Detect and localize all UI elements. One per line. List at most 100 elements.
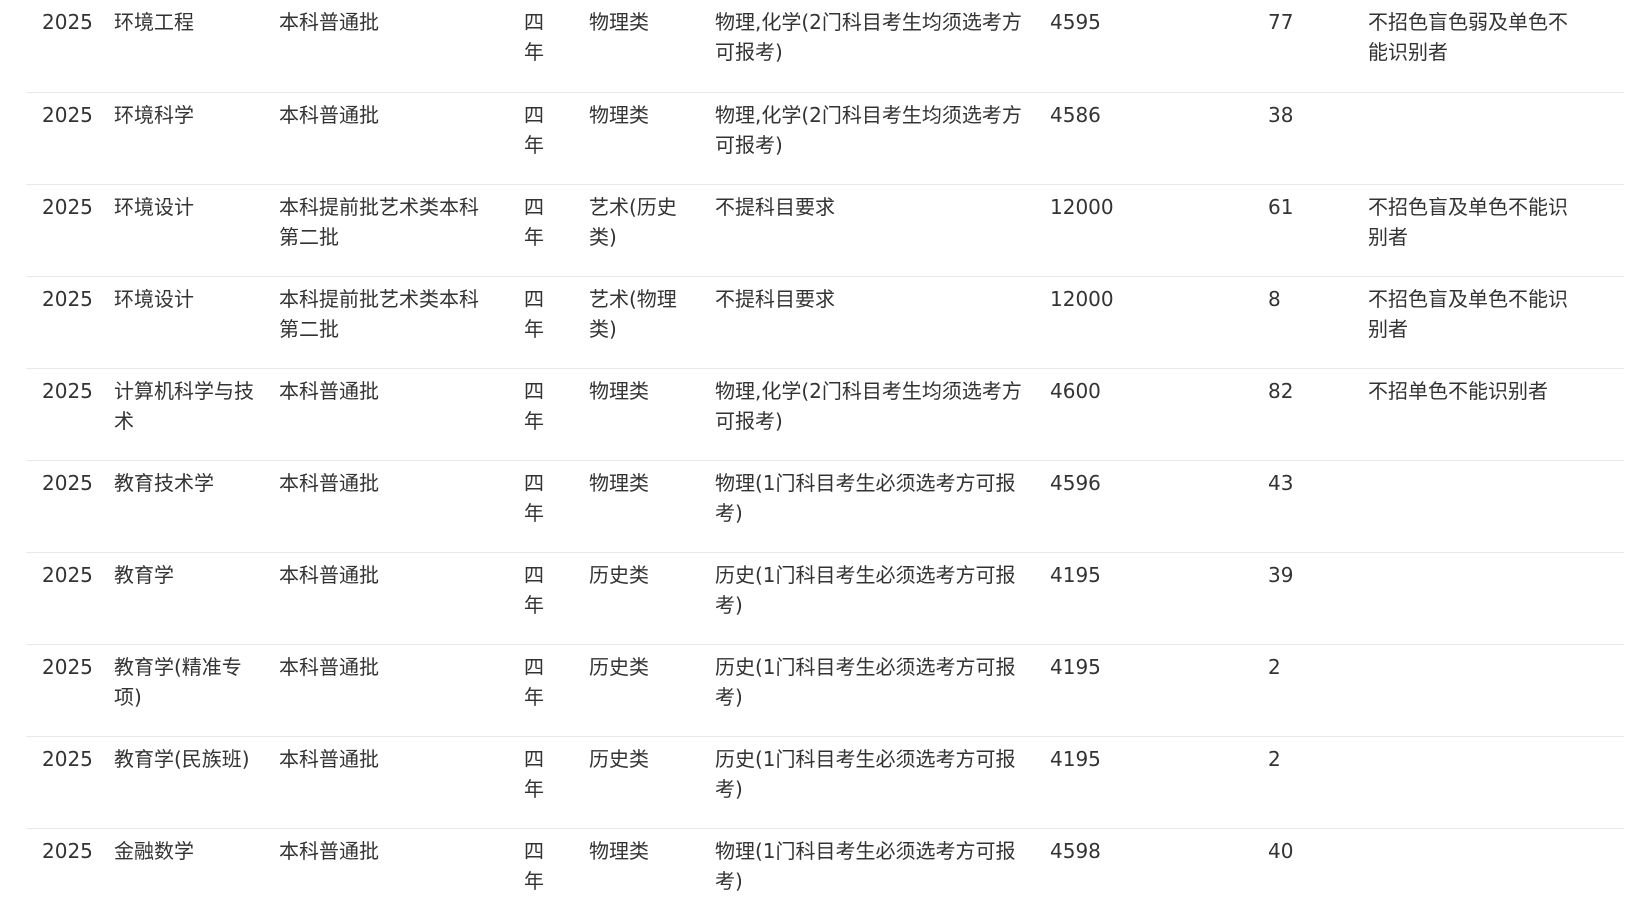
subject-type-cell: 艺术(历史类) [583,184,711,277]
table-body: 2025 环境工程 本科普通批 四年 物理类 物理,化学(2门科目考生均须选考方可报考) 4… [26,0,1624,920]
remark-cell: 不招色盲及单色不能识别者 [1364,184,1624,277]
major-cell: 环境设计 [108,276,273,369]
major-cell: 计算机科学与技术 [108,368,273,461]
remark-cell: 不招色盲及单色不能识别者 [1364,276,1624,369]
year-cell: 2025 [26,368,108,461]
plan-count-cell: 2 [1264,736,1364,829]
enrollment-plan-table-container: 2025 环境工程 本科普通批 四年 物理类 物理,化学(2门科目考生均须选考方可报考) 4… [26,0,1624,920]
year-cell: 2025 [26,276,108,369]
remark-cell [1364,460,1624,553]
year-cell: 2025 [26,92,108,185]
major-cell: 教育学 [108,552,273,645]
plan-count-cell: 8 [1264,276,1364,369]
subject-requirement-cell: 历史(1门科目考生必须选考方可报考) [711,552,1046,645]
subject-requirement-cell: 物理,化学(2门科目考生均须选考方可报考) [711,368,1046,461]
duration-cell: 四年 [518,184,583,277]
year-cell: 2025 [26,644,108,737]
tuition-fee-cell: 4586 [1046,92,1264,185]
subject-type-cell: 物理类 [589,838,649,863]
table-row: 2025 教育学(民族班) 本科普通批 四年 历史类 历史(1门科目考生必须选考方可报考)… [26,736,1624,829]
tuition-fee-cell: 4195 [1046,552,1264,645]
plan-count-cell: 82 [1264,368,1364,461]
batch-cell: 本科普通批 [273,92,518,185]
table-row: 2025 金融数学 本科普通批 四年 物理类 物理(1门科目考生必须选考方可报考) 4598… [26,828,1624,920]
duration-cell: 四年 [518,92,583,185]
plan-count-cell: 38 [1264,92,1364,185]
tuition-fee-cell: 4596 [1046,460,1264,553]
plan-count-cell: 2 [1264,644,1364,737]
remark-cell: 不招色盲色弱及单色不能识别者 [1364,0,1624,93]
tuition-fee-cell: 4600 [1046,368,1264,461]
plan-count-cell: 77 [1264,0,1364,93]
batch-cell: 本科普通批 [273,368,518,461]
major-cell: 教育学(精准专项) [108,644,273,737]
major-cell: 金融数学 [114,838,194,863]
year-cell: 2025 [26,184,108,277]
remark-cell [1364,828,1624,920]
subject-type-cell: 物理类 [583,0,711,93]
tuition-fee-cell: 4598 [1050,838,1101,863]
major-cell: 环境工程 [108,0,273,93]
batch-cell: 本科普通批 [279,838,379,863]
duration-cell: 四年 [518,552,583,645]
subject-type-cell: 物理类 [583,92,711,185]
subject-requirement-cell: 历史(1门科目考生必须选考方可报考) [711,644,1046,737]
duration-cell: 四年 [524,838,544,893]
year-cell: 2025 [42,838,93,863]
remark-cell [1364,644,1624,737]
batch-cell: 本科普通批 [273,644,518,737]
remark-cell: 不招单色不能识别者 [1364,368,1624,461]
subject-type-cell: 历史类 [583,644,711,737]
plan-count-cell: 40 [1268,838,1294,863]
table-row: 2025 计算机科学与技术 本科普通批 四年 物理类 物理,化学(2门科目考生均须选考方可… [26,368,1624,461]
duration-cell: 四年 [518,460,583,553]
subject-requirement-cell: 物理,化学(2门科目考生均须选考方可报考) [711,0,1046,93]
remark-cell [1364,552,1624,645]
table-row: 2025 教育学 本科普通批 四年 历史类 历史(1门科目考生必须选考方可报考) 4195 3… [26,552,1624,645]
year-cell: 2025 [26,460,108,553]
table-row: 2025 教育技术学 本科普通批 四年 物理类 物理(1门科目考生必须选考方可报考) 459… [26,460,1624,553]
subject-type-cell: 历史类 [583,552,711,645]
subject-requirement-cell: 历史(1门科目考生必须选考方可报考) [711,736,1046,829]
duration-cell: 四年 [518,368,583,461]
table-row: 2025 环境设计 本科提前批艺术类本科第二批 四年 艺术(历史类) 不提科目要求 1200… [26,184,1624,277]
subject-requirement-cell: 物理(1门科目考生必须选考方可报考) [715,838,1016,893]
batch-cell: 本科普通批 [273,0,518,93]
major-cell: 环境科学 [108,92,273,185]
subject-type-cell: 物理类 [583,368,711,461]
subject-requirement-cell: 物理,化学(2门科目考生均须选考方可报考) [711,92,1046,185]
plan-count-cell: 39 [1264,552,1364,645]
subject-type-cell: 物理类 [583,460,711,553]
subject-requirement-cell: 物理(1门科目考生必须选考方可报考) [711,460,1046,553]
batch-cell: 本科普通批 [273,552,518,645]
duration-cell: 四年 [518,0,583,93]
batch-cell: 本科提前批艺术类本科第二批 [273,276,518,369]
table-row: 2025 环境设计 本科提前批艺术类本科第二批 四年 艺术(物理类) 不提科目要求 1200… [26,276,1624,369]
subject-requirement-cell: 不提科目要求 [711,276,1046,369]
subject-type-cell: 艺术(物理类) [583,276,711,369]
batch-cell: 本科普通批 [273,460,518,553]
year-cell: 2025 [26,0,108,93]
subject-type-cell: 历史类 [583,736,711,829]
major-cell: 教育学(民族班) [108,736,273,829]
duration-cell: 四年 [518,276,583,369]
tuition-fee-cell: 4195 [1046,736,1264,829]
duration-cell: 四年 [518,644,583,737]
batch-cell: 本科提前批艺术类本科第二批 [273,184,518,277]
table-row: 2025 环境工程 本科普通批 四年 物理类 物理,化学(2门科目考生均须选考方可报考) 4… [26,0,1624,93]
subject-requirement-cell: 不提科目要求 [711,184,1046,277]
table-row: 2025 环境科学 本科普通批 四年 物理类 物理,化学(2门科目考生均须选考方可报考) 4… [26,92,1624,185]
duration-cell: 四年 [518,736,583,829]
tuition-fee-cell: 4195 [1046,644,1264,737]
tuition-fee-cell: 12000 [1046,276,1264,369]
major-cell: 环境设计 [108,184,273,277]
plan-count-cell: 61 [1264,184,1364,277]
remark-cell [1364,92,1624,185]
major-cell: 教育技术学 [108,460,273,553]
batch-cell: 本科普通批 [273,736,518,829]
year-cell: 2025 [26,736,108,829]
tuition-fee-cell: 12000 [1046,184,1264,277]
enrollment-plan-table: 2025 环境工程 本科普通批 四年 物理类 物理,化学(2门科目考生均须选考方可报考) 4… [26,0,1624,920]
tuition-fee-cell: 4595 [1046,0,1264,93]
remark-cell [1364,736,1624,829]
